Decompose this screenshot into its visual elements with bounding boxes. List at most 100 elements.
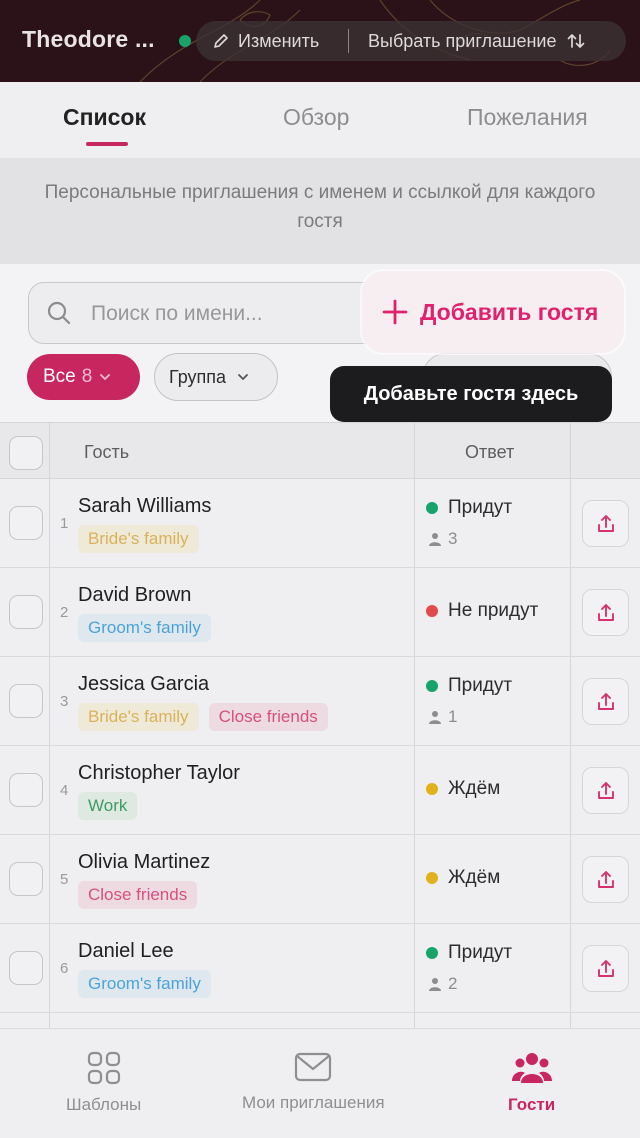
tag-label: Close friends <box>78 881 198 909</box>
response-status: Придут <box>426 675 512 697</box>
table-row[interactable]: 1 Sarah Williams Bride's family Придут 3 <box>0 479 640 568</box>
tag-label: Close friends <box>208 703 328 731</box>
guest-table: Гость Ответ 1 Sarah Williams Bride's fam… <box>0 422 640 1028</box>
table-row[interactable]: 2 David Brown Groom's family Не придут <box>0 568 640 657</box>
chevron-down-icon <box>238 374 248 380</box>
response-status: Придут <box>426 497 512 519</box>
info-text: Персональные приглашения с именем и ссыл… <box>44 182 596 232</box>
tab-wishes[interactable]: Пожелания <box>467 104 588 131</box>
row-checkbox[interactable] <box>9 595 43 629</box>
info-banner: Персональные приглашения с именем и ссыл… <box>0 158 640 264</box>
row-checkbox[interactable] <box>9 506 43 540</box>
tab-overview[interactable]: Обзор <box>283 104 349 131</box>
nav-guests[interactable]: Гости <box>508 1051 555 1115</box>
active-tab-indicator <box>86 142 128 146</box>
status-label: Ждём <box>448 867 501 888</box>
status-label: Придут <box>448 675 513 696</box>
row-number: 1 <box>60 515 69 532</box>
nav-label: Гости <box>508 1095 556 1114</box>
nav-label: Мои приглашения <box>242 1093 385 1112</box>
status-label: Ждём <box>448 778 501 799</box>
filter-group-label: Группа <box>169 366 227 387</box>
nav-my-invitations[interactable]: Мои приглашения <box>242 1051 385 1113</box>
response-status: Не придут <box>426 600 538 622</box>
nav-templates[interactable]: Шаблоны <box>66 1051 141 1115</box>
share-button[interactable] <box>582 500 629 547</box>
share-button[interactable] <box>582 945 629 992</box>
row-checkbox[interactable] <box>9 951 43 985</box>
attendee-number: 2 <box>448 974 458 993</box>
table-row[interactable]: 4 Christopher Taylor Work Ждём <box>0 746 640 835</box>
actions-divider <box>348 29 349 53</box>
response-status: Ждём <box>426 778 500 800</box>
table-header: Гость Ответ <box>0 422 640 479</box>
table-row[interactable]: 3 Jessica Garcia Bride's family Close fr… <box>0 657 640 746</box>
row-number: 2 <box>60 604 69 621</box>
status-dot <box>426 783 438 795</box>
tab-bar: Список Обзор Пожелания <box>0 82 640 158</box>
status-dot <box>426 947 438 959</box>
filter-all-count: 8 <box>81 366 93 387</box>
tab-list[interactable]: Список <box>63 104 146 131</box>
tag-label: Groom's family <box>78 970 211 998</box>
select-all-checkbox[interactable] <box>9 436 43 470</box>
status-label: Придут <box>448 497 513 518</box>
share-icon <box>597 781 614 799</box>
attendee-count: 1 <box>428 707 457 727</box>
person-icon <box>429 533 441 546</box>
tag-label: Bride's family <box>78 525 199 553</box>
share-button[interactable] <box>582 678 629 725</box>
add-guest-label: Добавить гостя <box>420 298 599 325</box>
table-row[interactable]: 5 Olivia Martinez Close friends Ждём <box>0 835 640 924</box>
edit-label: Изменить <box>238 30 320 51</box>
search-icon <box>47 301 71 325</box>
search-box[interactable] <box>28 282 408 344</box>
share-button[interactable] <box>582 767 629 814</box>
filter-all-label: Все <box>43 366 76 387</box>
swap-arrows-icon <box>568 34 585 48</box>
header-guest: Гость <box>84 442 130 462</box>
edit-button[interactable]: Изменить <box>212 21 319 61</box>
share-button[interactable] <box>582 856 629 903</box>
tag-label: Work <box>78 792 138 820</box>
row-number: 6 <box>60 960 69 977</box>
row-number: 3 <box>60 693 69 710</box>
response-status: Придут <box>426 942 512 964</box>
guest-tags: Groom's family <box>78 970 211 998</box>
share-icon <box>597 603 614 621</box>
share-icon <box>597 692 614 710</box>
add-guest-button[interactable]: Добавить гостя <box>362 271 624 353</box>
chevron-down-icon <box>100 374 111 380</box>
filter-group-chip[interactable]: Группа <box>154 353 278 401</box>
guest-name: Sarah Williams <box>78 495 212 517</box>
response-status: Ждём <box>426 867 500 889</box>
row-checkbox[interactable] <box>9 773 43 807</box>
tag-label: Bride's family <box>78 703 199 731</box>
header-response: Ответ <box>465 442 515 462</box>
row-checkbox[interactable] <box>9 862 43 896</box>
choose-invitation-label: Выбрать приглашение <box>368 30 557 51</box>
attendee-count: 3 <box>428 529 457 549</box>
envelope-icon <box>295 1052 332 1082</box>
search-input[interactable] <box>91 299 381 329</box>
table-row[interactable]: 6 Daniel Lee Groom's family Придут 2 <box>0 924 640 1013</box>
bottom-nav: Шаблоны Мои приглашения Гости <box>0 1028 640 1138</box>
guest-tags: Work <box>78 792 138 820</box>
share-button[interactable] <box>582 589 629 636</box>
online-status-dot <box>179 35 191 47</box>
event-title: Theodore ... <box>22 26 155 52</box>
filter-all-chip[interactable]: Все 8 <box>27 354 140 400</box>
onboarding-tooltip: Добавьте гостя здесь <box>330 366 612 422</box>
row-checkbox[interactable] <box>9 684 43 718</box>
attendee-count: 2 <box>428 974 457 994</box>
guest-name: David Brown <box>78 584 192 606</box>
choose-invitation-button[interactable]: Выбрать приглашение <box>368 21 586 61</box>
status-dot <box>426 680 438 692</box>
tag-label: Groom's family <box>78 614 211 642</box>
people-icon <box>511 1053 552 1083</box>
status-dot <box>426 872 438 884</box>
guest-tags: Close friends <box>78 881 198 909</box>
row-number: 4 <box>60 782 69 799</box>
pencil-icon <box>214 34 228 48</box>
top-bar: Theodore ... Изменить Выбрать приглашени… <box>0 0 640 82</box>
